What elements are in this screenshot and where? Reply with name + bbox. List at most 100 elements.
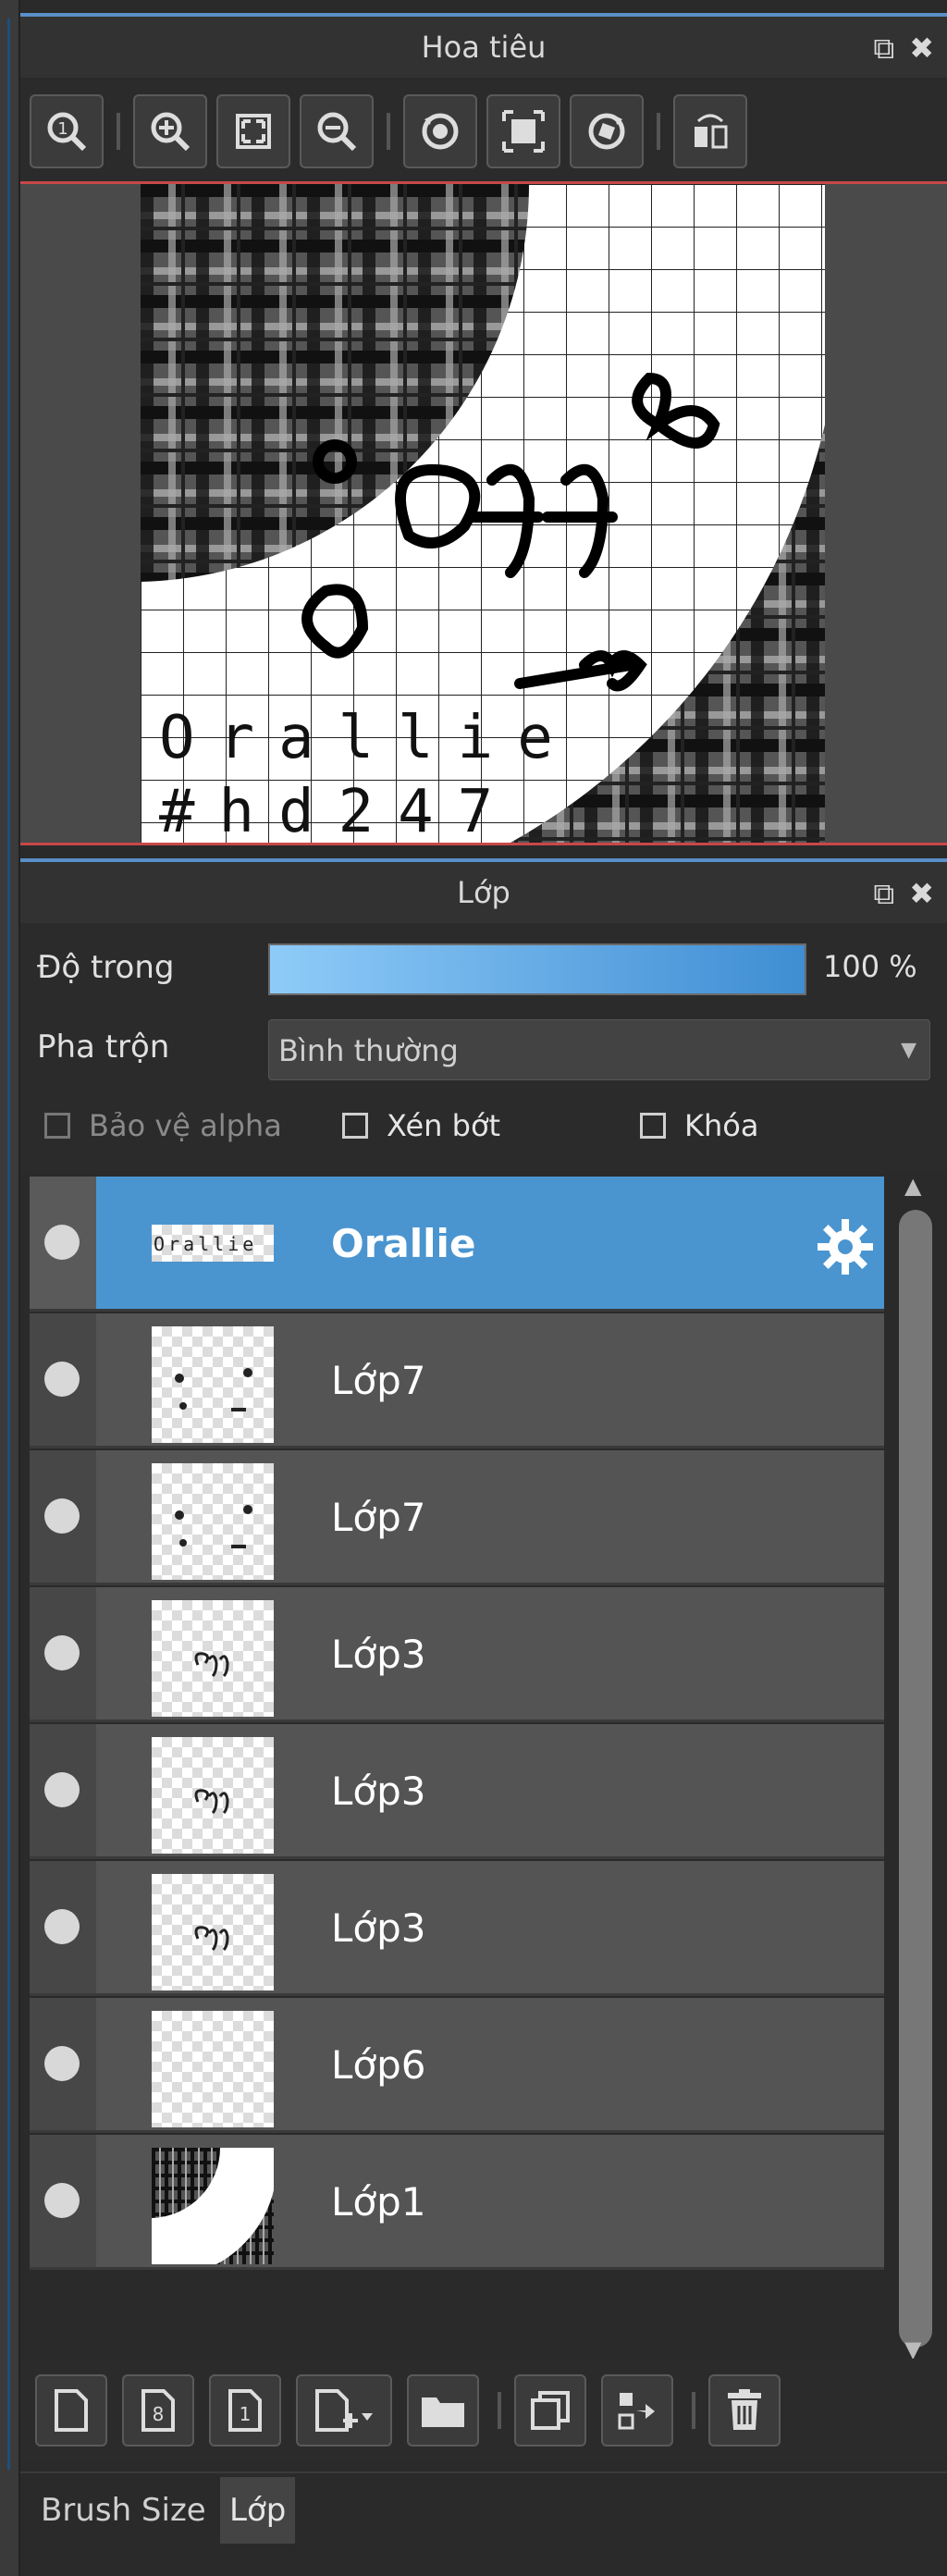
gear-icon[interactable] xyxy=(816,1217,875,1276)
tab-label: Lớp xyxy=(229,2492,287,2529)
layer-8bit-icon: 8 xyxy=(141,2389,175,2432)
fit-frame-button[interactable] xyxy=(486,94,560,168)
add-layer-menu-button[interactable] xyxy=(296,2374,392,2447)
visibility-toggle[interactable] xyxy=(30,1177,96,1309)
layer-thumbnail xyxy=(152,2011,274,2127)
layer-name: Lớp6 xyxy=(331,2042,426,2088)
visibility-toggle[interactable] xyxy=(30,2135,96,2267)
visibility-toggle[interactable] xyxy=(30,1450,96,1583)
layer-panel-titlebar: Lớp ⧉ ✖ xyxy=(20,858,947,923)
tab-layer[interactable]: Lớp xyxy=(220,2477,296,2544)
new-layer-button[interactable] xyxy=(35,2374,107,2447)
toolbar-separator xyxy=(117,113,120,150)
visibility-icon xyxy=(44,2183,80,2218)
layer-thumbnail xyxy=(152,2148,274,2264)
svg-text:1: 1 xyxy=(57,119,68,139)
opacity-slider[interactable] xyxy=(268,943,806,995)
fit-frame-icon xyxy=(502,110,545,153)
layer-scrollbar[interactable]: ▲ ▼ xyxy=(890,1173,941,2362)
navigator-toolbar: 1 xyxy=(20,80,947,183)
fit-screen-icon xyxy=(236,114,271,149)
layer-row[interactable]: Lớp7 xyxy=(30,1313,884,1448)
edge-accent-line xyxy=(7,18,10,2470)
layer-name: Lớp3 xyxy=(331,1632,426,1677)
folder-icon xyxy=(422,2397,464,2427)
layer-name: Lớp7 xyxy=(331,1495,426,1540)
popout-icon[interactable]: ⧉ xyxy=(873,30,894,67)
scroll-up-icon[interactable]: ▲ xyxy=(904,1173,921,1199)
visibility-icon xyxy=(44,2046,80,2081)
clip-checkbox[interactable]: Xén bớt xyxy=(342,1108,500,1143)
svg-text:8: 8 xyxy=(153,2403,165,2425)
layer-thumbnail xyxy=(152,1326,274,1443)
visibility-icon xyxy=(44,1362,80,1397)
layer-name: Lớp1 xyxy=(331,2179,426,2225)
layer-name: Lớp7 xyxy=(331,1358,426,1403)
visibility-toggle[interactable] xyxy=(30,1587,96,1719)
new-folder-button[interactable] xyxy=(407,2374,479,2447)
merge-layer-button[interactable] xyxy=(601,2374,673,2447)
layer-1bit-icon: 1 xyxy=(228,2389,262,2432)
close-icon[interactable]: ✖ xyxy=(909,30,934,67)
checkbox-box xyxy=(640,1113,666,1139)
blend-label: Pha trộn xyxy=(37,1029,170,1066)
scrollbar-thumb[interactable] xyxy=(899,1210,932,2348)
layer-panel-title: Lớp xyxy=(457,875,510,910)
duplicate-layer-button[interactable] xyxy=(514,2374,586,2447)
rotate-right-button[interactable] xyxy=(570,94,644,168)
rotate-left-button[interactable] xyxy=(403,94,477,168)
opacity-value: 100 % xyxy=(823,949,917,984)
layer-name: Lớp3 xyxy=(331,1905,426,1951)
blend-mode-value: Bình thường xyxy=(278,1033,459,1068)
layer-row[interactable]: Lớp1 xyxy=(30,2135,884,2270)
lock-checkbox[interactable]: Khóa xyxy=(640,1108,758,1143)
toolbar-separator xyxy=(498,2392,501,2429)
visibility-toggle[interactable] xyxy=(30,1861,96,1993)
trash-icon xyxy=(728,2389,761,2430)
new-8bit-layer-button[interactable]: 8 xyxy=(122,2374,194,2447)
visibility-toggle[interactable] xyxy=(30,1313,96,1446)
navigator-title: Hoa tiêu xyxy=(421,30,547,65)
tab-brush-size[interactable]: Brush Size xyxy=(31,2477,215,2544)
layer-thumbnail xyxy=(152,1874,274,1991)
delete-layer-button[interactable] xyxy=(708,2374,781,2447)
visibility-icon xyxy=(44,1772,80,1807)
toolbar-separator xyxy=(692,2392,695,2429)
layer-thumbnail: Orallie xyxy=(152,1225,274,1262)
layer-row-orallie[interactable]: Orallie Orallie xyxy=(30,1177,884,1312)
layer-thumbnail xyxy=(152,1463,274,1580)
blend-mode-select[interactable]: Bình thường ▼ xyxy=(268,1019,930,1080)
zoom-actual-icon: 1 xyxy=(47,112,87,152)
visibility-icon xyxy=(44,1225,80,1260)
protect-alpha-checkbox[interactable]: Bảo vệ alpha xyxy=(44,1108,282,1143)
visibility-toggle[interactable] xyxy=(30,1998,96,2130)
layer-row[interactable]: Lớp3 xyxy=(30,1724,884,1859)
layer-row[interactable]: Lớp3 xyxy=(30,1861,884,1996)
zoom-out-button[interactable] xyxy=(300,94,374,168)
rotate-left-icon xyxy=(422,113,459,150)
canvas-artwork: Orallie #hd247 xyxy=(141,184,825,843)
duplicate-icon xyxy=(531,2391,570,2430)
zoom-in-icon xyxy=(151,112,191,152)
toolbar-separator xyxy=(657,113,660,150)
flip-horizontal-button[interactable] xyxy=(673,94,747,168)
new-1bit-layer-button[interactable]: 1 xyxy=(209,2374,281,2447)
fit-screen-button[interactable] xyxy=(216,94,290,168)
svg-text:1: 1 xyxy=(240,2403,252,2425)
layer-row[interactable]: Lớp6 xyxy=(30,1998,884,2133)
new-file-icon xyxy=(55,2389,88,2432)
svg-text:Orallie: Orallie xyxy=(154,1233,257,1255)
zoom-in-button[interactable] xyxy=(133,94,207,168)
navigator-preview[interactable]: Orallie #hd247 xyxy=(20,181,947,845)
visibility-toggle[interactable] xyxy=(30,1724,96,1856)
merge-down-icon xyxy=(618,2393,655,2430)
rotate-right-icon xyxy=(588,113,625,150)
popout-icon[interactable]: ⧉ xyxy=(873,875,894,912)
layer-properties: Độ trong 100 % Pha trộn Bình thường ▼ Bả… xyxy=(20,923,947,1173)
layer-toolbar: 8 1 xyxy=(20,2359,947,2462)
layer-row[interactable]: Lớp7 xyxy=(30,1450,884,1585)
canvas-preview: Orallie #hd247 xyxy=(141,184,825,843)
layer-row[interactable]: Lớp3 xyxy=(30,1587,884,1722)
close-icon[interactable]: ✖ xyxy=(909,875,934,912)
zoom-actual-button[interactable]: 1 xyxy=(30,94,104,168)
